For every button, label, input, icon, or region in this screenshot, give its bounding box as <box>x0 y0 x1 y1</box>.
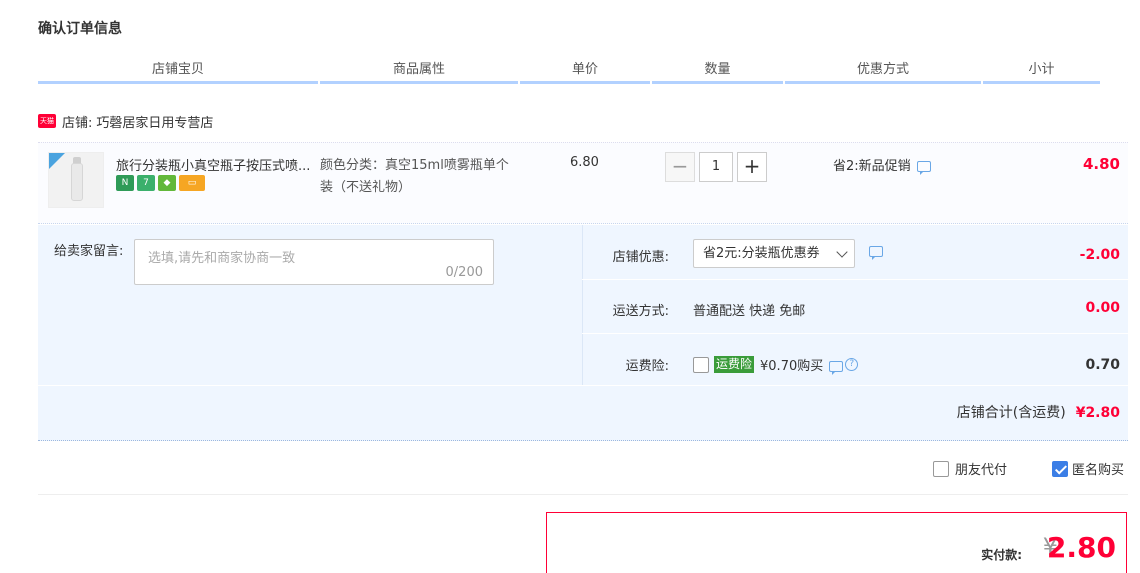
comment-icon[interactable] <box>916 161 931 175</box>
shop-total: 店铺合计(含运费) ¥2.80 <box>957 402 1120 422</box>
payment-summary: 实付款: ¥ 2.80 <box>546 512 1127 573</box>
friend-pay-option[interactable]: 朋友代付 <box>933 459 1007 478</box>
insurance-label: 运费险: <box>625 359 669 374</box>
anonymous-option[interactable]: 匿名购买 <box>1052 459 1124 478</box>
shop-total-label: 店铺合计(含运费) <box>956 405 1066 421</box>
quantity-increase-button[interactable]: + <box>737 152 767 182</box>
coupon-amount: -2.00 <box>1079 247 1120 263</box>
card-payment-icon[interactable]: ▭ <box>179 175 205 191</box>
coupon-select[interactable]: 省2元:分装瓶优惠券 <box>693 239 855 268</box>
product-title-link[interactable]: 旅行分装瓶小真空瓶子按压式喷... <box>116 155 314 174</box>
column-header-attributes: 商品属性 <box>320 60 518 84</box>
help-icon[interactable]: ? <box>845 358 859 371</box>
column-headers: 店铺宝贝 商品属性 单价 数量 优惠方式 小计 <box>38 60 1100 84</box>
seller-message-placeholder: 选填,请先和商家协商一致 <box>148 251 296 266</box>
promotion: 省2:新品促销 <box>833 155 931 175</box>
new-tag-icon <box>49 153 65 169</box>
shipping-label: 运送方式: <box>612 304 669 319</box>
column-header-subtotal: 小计 <box>983 60 1100 84</box>
order-item-row: 旅行分装瓶小真空瓶子按压式喷... N 7 ◆ ▭ 颜色分类：真空15ml喷雾瓶… <box>38 142 1128 224</box>
payment-amount: 2.80 <box>1046 531 1116 564</box>
column-header-shop-item: 店铺宝贝 <box>38 60 318 84</box>
friend-pay-label: 朋友代付 <box>955 463 1008 478</box>
row-divider <box>582 279 1128 280</box>
chevron-down-icon <box>836 246 848 258</box>
anonymous-label: 匿名购买 <box>1072 463 1125 478</box>
insurance-price: ¥0.70购买 <box>760 359 824 374</box>
coupon-label: 店铺优惠: <box>612 250 669 265</box>
shipping-amount: 0.00 <box>1085 300 1120 316</box>
friend-pay-checkbox[interactable] <box>933 460 949 477</box>
shop-label: 店铺: <box>62 115 93 131</box>
order-options-panel: 给卖家留言: 选填,请先和商家协商一致 0/200 店铺优惠: 省2元:分装瓶优… <box>38 225 1128 441</box>
seller-message-counter: 0/200 <box>445 265 483 280</box>
quantity-decrease-button[interactable]: − <box>665 152 695 182</box>
tmall-guarantee-icon[interactable]: ◆ <box>158 175 176 191</box>
7-day-return-icon[interactable]: 7 <box>137 175 155 191</box>
seller-message-input[interactable]: 选填,请先和商家协商一致 0/200 <box>134 239 494 285</box>
shop-name-link[interactable]: 巧磬居家日用专营店 <box>96 112 213 131</box>
shop-total-value: ¥2.80 <box>1075 405 1120 421</box>
column-header-discount: 优惠方式 <box>785 60 981 84</box>
quantity-stepper: − 1 + <box>665 152 767 182</box>
comment-icon[interactable] <box>869 246 883 260</box>
insurance-checkbox[interactable] <box>693 356 709 373</box>
insurance-amount: 0.70 <box>1085 357 1120 373</box>
new-icon[interactable]: N <box>116 175 134 191</box>
insurance-badge: 运费险 <box>714 356 755 373</box>
tmall-icon: 天猫 <box>38 114 56 128</box>
column-header-quantity: 数量 <box>652 60 783 84</box>
unit-price: 6.80 <box>570 155 599 170</box>
row-divider <box>582 333 1128 334</box>
coupon-selected-value: 省2元:分装瓶优惠券 <box>703 246 820 261</box>
shipping-method: 普通配送 快递 免邮 <box>693 304 806 319</box>
item-subtotal: 4.80 <box>1082 155 1120 173</box>
panel-divider <box>582 225 583 385</box>
comment-icon[interactable] <box>829 361 844 375</box>
payment-label: 实付款: <box>981 548 1022 562</box>
insurance-row: 运费险 ¥0.70购买 ? <box>693 355 859 375</box>
shop-row: 天猫 店铺: 巧磬居家日用专营店 <box>38 112 213 131</box>
quantity-input[interactable]: 1 <box>699 152 733 182</box>
service-icons: N 7 ◆ ▭ <box>116 175 205 191</box>
row-divider <box>38 385 1128 386</box>
bottle-image <box>71 163 83 201</box>
divider <box>38 494 1128 495</box>
column-header-price: 单价 <box>520 60 650 84</box>
product-thumbnail[interactable] <box>48 152 104 208</box>
promotion-label: 省2:新品促销 <box>833 159 911 174</box>
page-title: 确认订单信息 <box>38 21 122 37</box>
seller-message-label: 给卖家留言: <box>54 244 124 259</box>
product-attribute: 颜色分类：真空15ml喷雾瓶单个装（不送礼物） <box>320 158 509 195</box>
anonymous-checkbox[interactable] <box>1052 460 1068 477</box>
